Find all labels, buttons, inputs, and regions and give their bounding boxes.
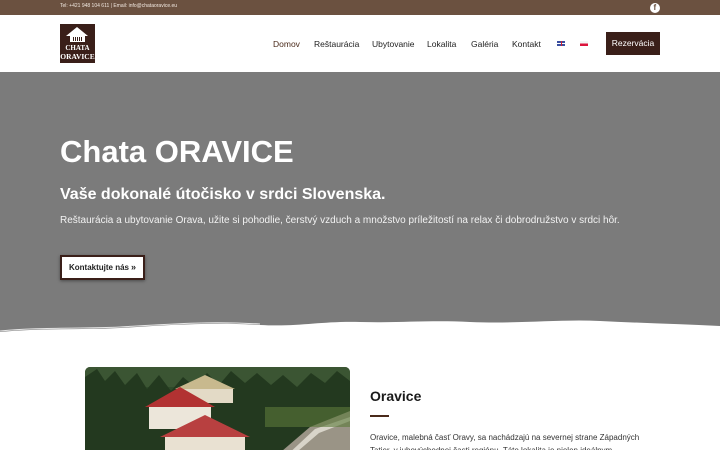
pl-flag-icon[interactable] — [580, 41, 588, 46]
site-header: CHATA ORAVICE Domov Reštaurácia Ubytovan… — [0, 15, 720, 72]
logo-roof-icon — [66, 27, 88, 36]
oravice-photo — [85, 367, 350, 450]
nav-item-domov[interactable]: Domov — [273, 39, 300, 49]
hero-subtitle: Vaše dokonalé útočisko v srdci Slovenska… — [60, 186, 386, 203]
contact-info[interactable]: Tel: +421 948 104 611 | Email: info@chat… — [60, 3, 177, 9]
top-bar: Tel: +421 948 104 611 | Email: info@chat… — [0, 0, 720, 15]
hero-wave-divider — [0, 320, 720, 342]
logo-text-line1: CHATA — [65, 44, 90, 52]
logo-text-line2: ORAVICE — [60, 52, 95, 61]
contact-us-label: Kontaktujte nás — [68, 263, 129, 272]
section-title-underline — [370, 415, 389, 417]
section-text: Oravice, malebná časť Oravy, sa nachádza… — [370, 433, 640, 450]
nav-item-restauracia[interactable]: Reštaurácia — [314, 39, 359, 49]
facebook-icon[interactable]: f — [650, 3, 660, 13]
nav-item-ubytovanie[interactable]: Ubytovanie — [372, 39, 415, 49]
hero-title: Chata ORAVICE — [60, 134, 294, 169]
nav-item-galeria[interactable]: Galéria — [471, 39, 498, 49]
double-chevron-right-icon: » — [131, 262, 137, 272]
section-title: Oravice — [370, 388, 422, 404]
hero-section: Chata ORAVICE Vaše dokonalé útočisko v s… — [0, 72, 720, 334]
uk-flag-icon[interactable] — [557, 41, 565, 46]
reservation-button[interactable]: Rezervácia — [606, 32, 660, 55]
nav-item-kontakt[interactable]: Kontakt — [512, 39, 541, 49]
contact-us-button[interactable]: Kontaktujte nás» — [60, 255, 145, 280]
nav-item-lokalita[interactable]: Lokalita — [427, 39, 456, 49]
hero-description: Reštaurácia a ubytovanie Orava, užite si… — [60, 215, 620, 226]
logo-cabin-icon — [70, 36, 85, 42]
site-logo[interactable]: CHATA ORAVICE — [60, 24, 95, 63]
landscape-image — [85, 367, 350, 450]
